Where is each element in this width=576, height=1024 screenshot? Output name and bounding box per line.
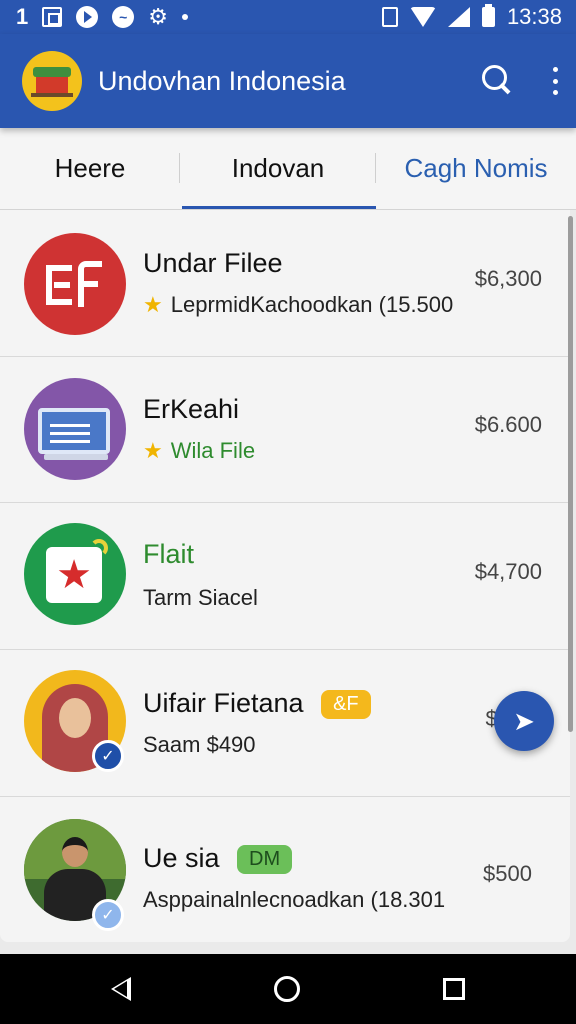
item-title-text: Ue sia bbox=[143, 843, 220, 873]
item-price: $6,300 bbox=[474, 266, 542, 291]
list-item[interactable]: ErKeahi ★ Wila File $6.600 bbox=[0, 356, 570, 503]
item-list[interactable]: Undar Filee ★ LeprmidKachoodkan (15.500 … bbox=[0, 210, 570, 942]
item-title: ErKeahi bbox=[143, 394, 240, 424]
item-price: $500 bbox=[483, 861, 532, 886]
verified-icon: ✓ bbox=[92, 740, 124, 772]
app-title: Undovhan Indonesia bbox=[98, 65, 346, 96]
item-title: Ue sia DM bbox=[143, 843, 293, 875]
list-item[interactable]: Undar Filee ★ LeprmidKachoodkan (15.500 … bbox=[0, 210, 570, 357]
share-fab-button[interactable]: ➤ bbox=[494, 691, 554, 751]
item-subtitle: Asppainalnlecnoadkan (18.301 bbox=[143, 887, 445, 913]
tab-label: Heere bbox=[54, 153, 126, 183]
item-subtitle-text: Tarm Siacel bbox=[143, 585, 258, 610]
battery-icon bbox=[481, 4, 495, 27]
app-logo bbox=[22, 51, 82, 111]
send-icon: ➤ bbox=[513, 705, 535, 736]
list-item[interactable]: ★ Flait Tarm Siacel $4,700 bbox=[0, 503, 570, 650]
app-bar: Undovhan Indonesia bbox=[0, 34, 576, 128]
item-logo bbox=[24, 233, 126, 335]
item-title-text: Uifair Fietana bbox=[143, 688, 304, 718]
dot-icon bbox=[181, 14, 188, 20]
item-subtitle: ★ LeprmidKachoodkan (15.500 bbox=[143, 292, 453, 318]
picture-icon bbox=[42, 7, 63, 27]
sim-icon bbox=[381, 7, 398, 27]
play-icon bbox=[76, 6, 99, 28]
item-logo: ★ bbox=[24, 523, 126, 625]
back-icon[interactable] bbox=[111, 977, 132, 1001]
gear-icon: ⚙ bbox=[148, 4, 168, 29]
tab-cagh-nomis[interactable]: Cagh Nomis bbox=[376, 128, 576, 209]
clock: 13:38 bbox=[506, 4, 562, 29]
star-icon: ★ bbox=[143, 292, 163, 317]
wifi-icon bbox=[409, 7, 436, 27]
signal-icon bbox=[447, 7, 470, 27]
tab-heere[interactable]: Heere bbox=[0, 128, 180, 209]
status-bar: 1 ~ ⚙ 13:38 bbox=[0, 0, 576, 34]
item-badge: &F bbox=[321, 690, 371, 720]
item-subtitle: ★ Wila File bbox=[143, 438, 255, 464]
item-subtitle: Saam $490 bbox=[143, 732, 256, 758]
tab-indovan[interactable]: Indovan bbox=[180, 128, 376, 209]
item-subtitle-text: Asppainalnlecnoadkan (18.301 bbox=[143, 887, 446, 912]
item-price: $4,700 bbox=[474, 559, 542, 584]
verified-icon: ✓ bbox=[92, 899, 124, 931]
scrollbar[interactable] bbox=[568, 216, 573, 732]
tab-bar: Heere Indovan Cagh Nomis bbox=[0, 128, 576, 210]
tab-label: Indovan bbox=[231, 153, 325, 183]
star-icon: ★ bbox=[143, 438, 163, 463]
home-icon[interactable] bbox=[273, 976, 300, 1002]
item-subtitle-text: Wila File bbox=[170, 438, 256, 463]
item-title: Undar Filee bbox=[143, 248, 283, 278]
tab-label: Cagh Nomis bbox=[404, 153, 548, 183]
messenger-icon: ~ bbox=[112, 6, 135, 28]
item-title: Uifair Fietana &F bbox=[143, 688, 371, 720]
item-logo bbox=[24, 378, 126, 480]
list-item[interactable]: ✓ Ue sia DM Asppainalnlecnoadkan (18.301… bbox=[0, 797, 570, 942]
navigation-bar bbox=[0, 954, 576, 1024]
item-price: $6.600 bbox=[474, 412, 542, 437]
more-icon[interactable] bbox=[552, 67, 558, 95]
item-subtitle-text: Saam $490 bbox=[143, 732, 256, 757]
search-icon[interactable] bbox=[480, 63, 516, 99]
item-badge: DM bbox=[237, 845, 293, 875]
notification-count: 1 bbox=[16, 4, 29, 29]
list-item[interactable]: ✓ Uifair Fietana &F Saam $490 $0 bbox=[0, 650, 570, 797]
item-subtitle-text: LeprmidKachoodkan (15.500 bbox=[170, 292, 454, 317]
recents-icon[interactable] bbox=[442, 978, 465, 1000]
item-title: Flait bbox=[143, 539, 195, 569]
item-subtitle: Tarm Siacel bbox=[143, 585, 258, 611]
